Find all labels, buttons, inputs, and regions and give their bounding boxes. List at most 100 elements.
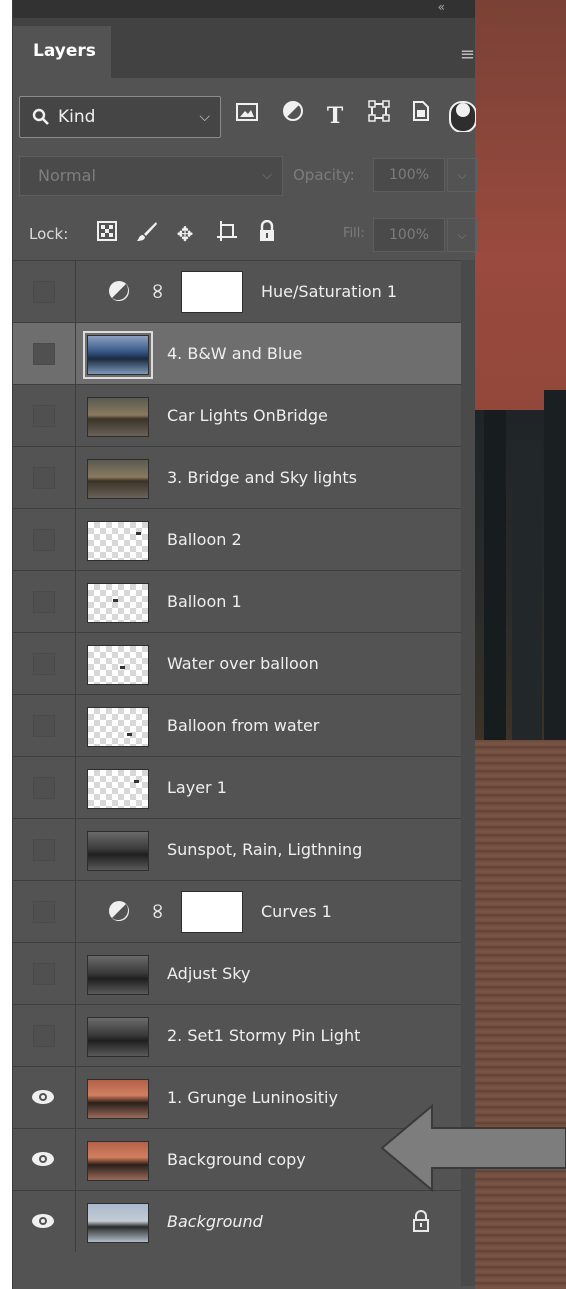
- visibility-empty-box: [33, 653, 55, 675]
- chevron-down-icon: ⌵: [262, 168, 272, 183]
- layer-name[interactable]: Car Lights OnBridge: [167, 385, 328, 446]
- lock-image-pixels-icon[interactable]: [133, 220, 161, 248]
- layer-row[interactable]: Car Lights OnBridge: [13, 384, 461, 446]
- layer-row[interactable]: Water over balloon: [13, 632, 461, 694]
- layer-thumbnail[interactable]: [87, 1203, 149, 1243]
- layer-name[interactable]: Balloon 2: [167, 509, 242, 570]
- layer-row[interactable]: Balloon 2: [13, 508, 461, 570]
- visibility-toggle[interactable]: [13, 1191, 76, 1252]
- lock-transparent-pixels-icon[interactable]: [93, 220, 121, 248]
- layer-thumbnail[interactable]: [87, 831, 149, 871]
- panel-menu-icon[interactable]: ≡: [460, 44, 475, 65]
- visibility-empty-box: [33, 281, 55, 303]
- pointer-arrow: [380, 1104, 566, 1192]
- shape-filter-icon[interactable]: [363, 100, 395, 132]
- layer-thumbnail[interactable]: [87, 955, 149, 995]
- layer-thumbnail[interactable]: [87, 1141, 149, 1181]
- blend-mode-select[interactable]: Normal ⌵: [19, 156, 283, 196]
- layer-row[interactable]: 2. Set1 Stormy Pin Light: [13, 1004, 461, 1066]
- adjustment-layer-icon: [107, 899, 131, 923]
- layer-name[interactable]: Balloon from water: [167, 695, 319, 756]
- layer-name[interactable]: Layer 1: [167, 757, 227, 818]
- layer-row[interactable]: Balloon 1: [13, 570, 461, 632]
- fill-field[interactable]: 100%: [373, 218, 445, 252]
- layer-row[interactable]: ∞ Hue/Saturation 1: [13, 260, 461, 322]
- visibility-empty-box: [33, 405, 55, 427]
- visibility-toggle[interactable]: [13, 881, 76, 942]
- chevron-down-icon[interactable]: ⌵: [447, 158, 477, 192]
- lock-all-icon[interactable]: [253, 219, 281, 248]
- visibility-toggle[interactable]: [13, 757, 76, 818]
- visibility-toggle[interactable]: [13, 447, 76, 508]
- layer-name[interactable]: Balloon 1: [167, 571, 242, 632]
- layer-thumbnail[interactable]: [87, 459, 149, 499]
- filter-kind-label: Kind: [58, 107, 96, 127]
- visibility-toggle[interactable]: [13, 1067, 76, 1128]
- layer-row[interactable]: 4. B&W and Blue: [13, 322, 461, 384]
- layer-name[interactable]: Adjust Sky: [167, 943, 250, 1004]
- layer-name[interactable]: 3. Bridge and Sky lights: [167, 447, 357, 508]
- collapse-icon[interactable]: «: [438, 0, 445, 14]
- layer-name[interactable]: Water over balloon: [167, 633, 319, 694]
- layer-thumbnail[interactable]: [83, 331, 153, 379]
- visibility-toggle[interactable]: [13, 261, 76, 322]
- blend-mode-value: Normal: [38, 166, 96, 185]
- opacity-field[interactable]: 100%: [373, 158, 445, 192]
- visibility-toggle[interactable]: [13, 571, 76, 632]
- layer-name[interactable]: Curves 1: [261, 881, 332, 942]
- layer-thumbnail[interactable]: [87, 521, 149, 561]
- lock-artboard-icon[interactable]: [213, 220, 241, 248]
- layer-mask-thumbnail[interactable]: [181, 271, 243, 313]
- visibility-toggle[interactable]: [13, 819, 76, 880]
- filter-toggle-icon[interactable]: [445, 100, 477, 133]
- layer-name[interactable]: Background copy: [167, 1129, 306, 1190]
- visibility-toggle[interactable]: [13, 943, 76, 1004]
- type-filter-icon[interactable]: T: [319, 100, 351, 132]
- layer-row[interactable]: Balloon from water: [13, 694, 461, 756]
- layer-thumbnail[interactable]: [87, 1017, 149, 1057]
- chevron-down-icon[interactable]: ⌵: [447, 218, 477, 252]
- visibility-toggle[interactable]: [13, 1005, 76, 1066]
- visibility-toggle[interactable]: [13, 1129, 76, 1190]
- layer-name[interactable]: 4. B&W and Blue: [167, 323, 302, 384]
- tab-layers[interactable]: Layers: [13, 26, 111, 80]
- layer-row[interactable]: ∞ Curves 1: [13, 880, 461, 942]
- link-chain-icon[interactable]: ∞: [143, 902, 171, 920]
- layer-row[interactable]: 3. Bridge and Sky lights: [13, 446, 461, 508]
- lock-label: Lock:: [29, 225, 69, 243]
- layer-mask-thumbnail[interactable]: [181, 891, 243, 933]
- layer-thumbnail[interactable]: [87, 769, 149, 809]
- visibility-empty-box: [33, 529, 55, 551]
- layer-row[interactable]: Sunspot, Rain, Ligthning: [13, 818, 461, 880]
- visibility-toggle[interactable]: [13, 509, 76, 570]
- layer-name[interactable]: 1. Grunge Luninositiy: [167, 1067, 338, 1128]
- lock-row: Lock: ✥ Fill: 100% ⌵: [13, 212, 477, 256]
- layer-lock-icon[interactable]: [411, 1209, 431, 1233]
- layer-row[interactable]: Layer 1: [13, 756, 461, 818]
- visibility-toggle[interactable]: [13, 695, 76, 756]
- visibility-empty-box: [33, 343, 55, 365]
- layer-thumbnail[interactable]: [87, 707, 149, 747]
- adjustment-filter-icon[interactable]: [277, 100, 309, 132]
- layer-thumbnail[interactable]: [87, 1079, 149, 1119]
- link-chain-icon[interactable]: ∞: [143, 282, 171, 300]
- blend-row: Normal ⌵ Opacity: 100% ⌵: [13, 154, 477, 200]
- layer-row[interactable]: Adjust Sky: [13, 942, 461, 1004]
- panel-title-bar: «: [13, 0, 475, 18]
- layer-name[interactable]: Sunspot, Rain, Ligthning: [167, 819, 362, 880]
- lock-position-icon[interactable]: ✥: [171, 220, 199, 248]
- filter-kind-select[interactable]: Kind ⌵: [19, 96, 221, 138]
- layer-thumbnail[interactable]: [87, 583, 149, 623]
- layer-thumbnail[interactable]: [87, 397, 149, 437]
- layer-name[interactable]: Hue/Saturation 1: [261, 261, 397, 322]
- layer-name[interactable]: 2. Set1 Stormy Pin Light: [167, 1005, 360, 1066]
- visibility-empty-box: [33, 777, 55, 799]
- layer-row[interactable]: Background: [13, 1190, 461, 1252]
- visibility-toggle[interactable]: [13, 385, 76, 446]
- layer-name[interactable]: Background: [167, 1191, 263, 1252]
- layer-thumbnail[interactable]: [87, 645, 149, 685]
- smart-object-filter-icon[interactable]: [405, 100, 437, 132]
- image-filter-icon[interactable]: [231, 100, 263, 132]
- visibility-toggle[interactable]: [13, 323, 76, 384]
- visibility-toggle[interactable]: [13, 633, 76, 694]
